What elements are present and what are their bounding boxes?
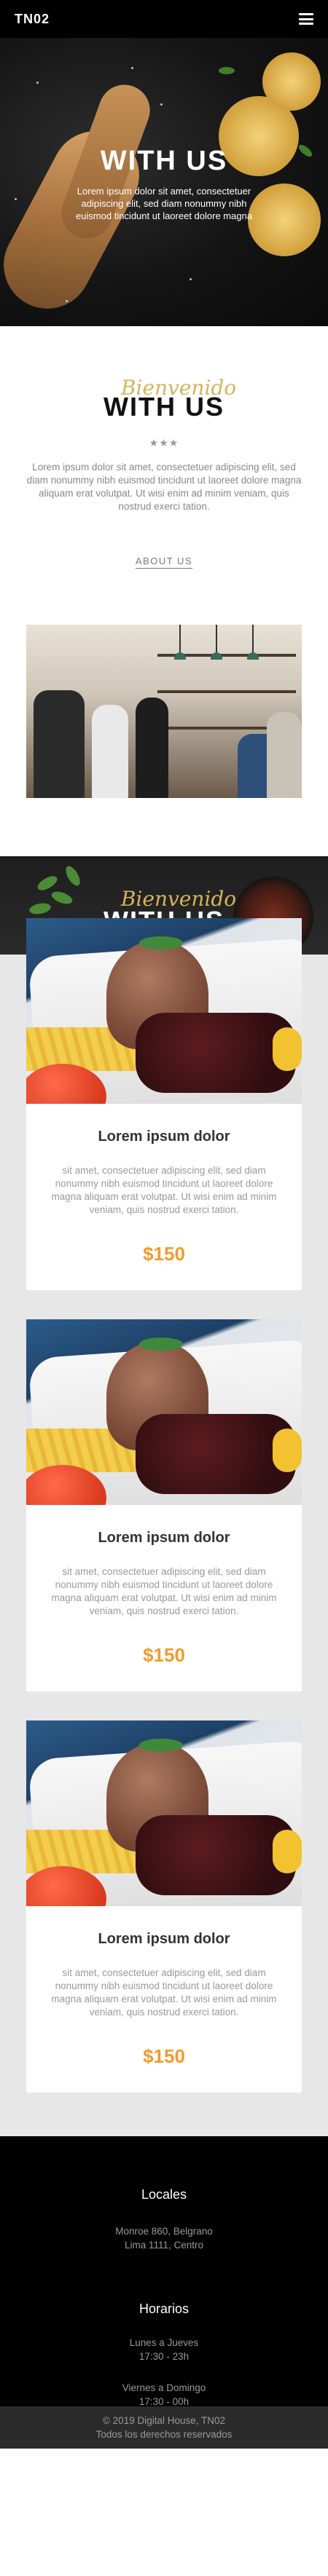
menu-section: Bienvenido WITH US Lorem ipsum dolor sit… [0, 856, 328, 2136]
footer: Locales Monroe 860, Belgrano Lima 1111, … [0, 2136, 328, 2449]
about-text: Lorem ipsum dolor sit amet, consectetuer… [26, 462, 302, 512]
hours-title: Horarios [138, 2302, 190, 2316]
address-line: Lima 1111, Centro [124, 2240, 204, 2251]
locales-addresses: Monroe 860, Belgrano Lima 1111, Centro [0, 2224, 328, 2252]
hours-days: Lunes a Jueves [129, 2337, 199, 2348]
about-title: WITH US [104, 392, 224, 422]
rating-stars: ★★★ [149, 437, 179, 449]
copyright-bar: © 2019 Digital House, TN02 Todos los der… [0, 2406, 328, 2449]
dish-title: Lorem ipsum dolor [98, 1931, 230, 1947]
pasta-image [262, 52, 321, 111]
hours-days: Viernes a Domingo [122, 2382, 206, 2393]
about-section: Bienvenido WITH US ★★★ Lorem ipsum dolor… [0, 326, 328, 597]
copyright-text: © 2019 Digital House, TN02 [102, 2415, 226, 2426]
dish-title: Lorem ipsum dolor [98, 1129, 230, 1145]
dish-image [26, 1319, 302, 1505]
about-heading: Bienvenido WITH US [26, 376, 302, 427]
dish-image [26, 1720, 302, 1906]
hours-time: 17:30 - 23h [138, 2351, 190, 2362]
dish-price: $150 [143, 1644, 185, 1666]
hero-banner: WITH US Lorem ipsum dolor sit amet, cons… [0, 38, 328, 326]
restaurant-photo [26, 625, 302, 798]
locales-title: Locales [141, 2187, 187, 2202]
hero-title: WITH US [100, 146, 228, 176]
dish-description: sit amet, consectetuer adipiscing elit, … [51, 1967, 277, 2018]
menu-card[interactable]: Lorem ipsum dolor sit amet, consectetuer… [26, 1720, 302, 2093]
menu-card[interactable]: Lorem ipsum dolor sit amet, consectetuer… [26, 918, 302, 1290]
dish-image [26, 918, 302, 1104]
hamburger-menu-icon[interactable] [299, 13, 313, 25]
menu-card[interactable]: Lorem ipsum dolor sit amet, consectetuer… [26, 1319, 302, 1691]
brand-logo[interactable]: TN02 [15, 12, 50, 27]
menu-cards: Lorem ipsum dolor sit amet, consectetuer… [0, 918, 328, 2093]
dish-description: sit amet, consectetuer adipiscing elit, … [51, 1566, 277, 1616]
rights-text: Todos los derechos reservados [95, 2429, 233, 2440]
hero-content: WITH US Lorem ipsum dolor sit amet, cons… [0, 147, 328, 222]
dish-price: $150 [143, 2045, 185, 2067]
top-nav: TN02 [0, 0, 328, 38]
opening-hours: Lunes a Jueves 17:30 - 23h Viernes a Dom… [0, 2336, 328, 2409]
hero-subtitle: Lorem ipsum dolor sit amet, consectetuer… [75, 186, 253, 221]
dish-price: $150 [143, 1243, 185, 1265]
dish-description: sit amet, consectetuer adipiscing elit, … [51, 1165, 277, 1215]
address-line: Monroe 860, Belgrano [115, 2226, 213, 2237]
about-us-link[interactable]: ABOUT US [136, 556, 192, 566]
dish-title: Lorem ipsum dolor [98, 1530, 230, 1546]
